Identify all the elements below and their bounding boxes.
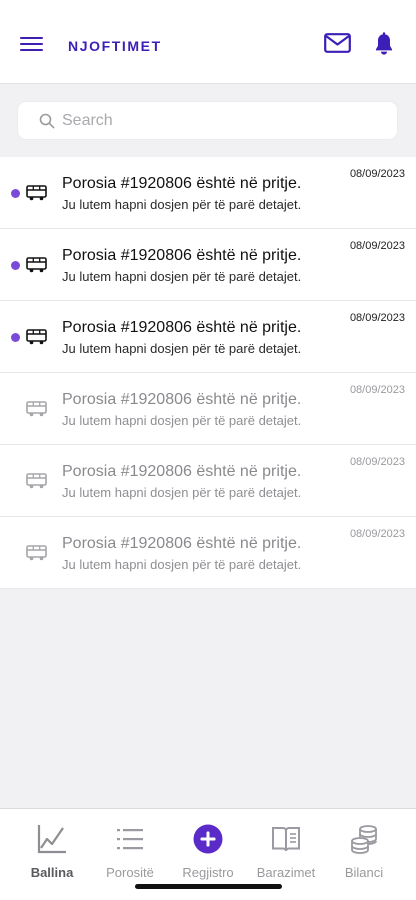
bus-icon (26, 257, 47, 273)
notification-title: Porosia #1920806 është në pritje. (62, 535, 302, 552)
nav-label: Bilanci (344, 865, 384, 880)
unread-dot (11, 189, 20, 198)
notification-item[interactable]: Porosia #1920806 është në pritje. Ju lut… (0, 229, 416, 301)
hamburger-menu-icon[interactable] (20, 35, 44, 53)
nav-label: Ballina (30, 865, 74, 880)
notification-date: 08/09/2023 (349, 456, 405, 468)
notification-subtitle: Ju lutem hapni dosjen për të parë detaje… (62, 557, 302, 572)
notification-date: 08/09/2023 (349, 384, 405, 396)
coins-stack-icon (348, 823, 380, 855)
notification-subtitle: Ju lutem hapni dosjen për të parë detaje… (62, 197, 302, 212)
nav-label: Barazimet (256, 865, 316, 880)
notification-item[interactable]: Porosia #1920806 është në pritje. Ju lut… (0, 301, 416, 373)
notification-item[interactable]: Porosia #1920806 është në pritje. Ju lut… (0, 517, 416, 589)
notification-item[interactable]: Porosia #1920806 është në pritje. Ju lut… (0, 157, 416, 229)
top-app-bar: NJOFTIMET (0, 0, 416, 84)
nav-item-ballina[interactable]: Ballina (10, 809, 94, 900)
home-indicator (135, 884, 282, 889)
notification-item[interactable]: Porosia #1920806 është në pritje. Ju lut… (0, 373, 416, 445)
nav-label: Porositë (106, 865, 154, 880)
bus-icon (26, 329, 47, 345)
notification-subtitle: Ju lutem hapni dosjen për të parë detaje… (62, 341, 302, 356)
notification-subtitle: Ju lutem hapni dosjen për të parë detaje… (62, 269, 302, 284)
add-circle-icon (192, 823, 224, 855)
notification-title: Porosia #1920806 është në pritje. (62, 175, 302, 192)
notification-title: Porosia #1920806 është në pritje. (62, 247, 302, 264)
bus-icon (26, 401, 47, 417)
unread-dot (11, 333, 20, 342)
search-input[interactable] (62, 109, 382, 133)
mail-icon[interactable] (324, 33, 351, 53)
notification-list: Porosia #1920806 është në pritje. Ju lut… (0, 157, 416, 589)
notification-title: Porosia #1920806 është në pritje. (62, 463, 302, 480)
notification-item[interactable]: Porosia #1920806 është në pritje. Ju lut… (0, 445, 416, 517)
list-icon (114, 823, 146, 855)
page-title: NJOFTIMET (68, 38, 162, 54)
search-bar[interactable] (17, 101, 398, 140)
notification-subtitle: Ju lutem hapni dosjen për të parë detaje… (62, 485, 302, 500)
bell-icon[interactable] (374, 32, 394, 56)
notification-title: Porosia #1920806 është në pritje. (62, 319, 302, 336)
search-icon (39, 113, 55, 129)
notification-subtitle: Ju lutem hapni dosjen për të parë detaje… (62, 413, 302, 428)
open-book-icon (270, 823, 302, 855)
unread-dot (11, 261, 20, 270)
bus-icon (26, 185, 47, 201)
notification-date: 08/09/2023 (349, 312, 405, 324)
notification-date: 08/09/2023 (349, 528, 405, 540)
line-chart-icon (36, 823, 68, 855)
bus-icon (26, 473, 47, 489)
notification-date: 08/09/2023 (349, 240, 405, 252)
notification-date: 08/09/2023 (349, 168, 405, 180)
nav-label: Regjistro (182, 865, 234, 880)
bus-icon (26, 545, 47, 561)
notification-title: Porosia #1920806 është në pritje. (62, 391, 302, 408)
nav-item-bilanci[interactable]: Bilanci (322, 809, 406, 900)
